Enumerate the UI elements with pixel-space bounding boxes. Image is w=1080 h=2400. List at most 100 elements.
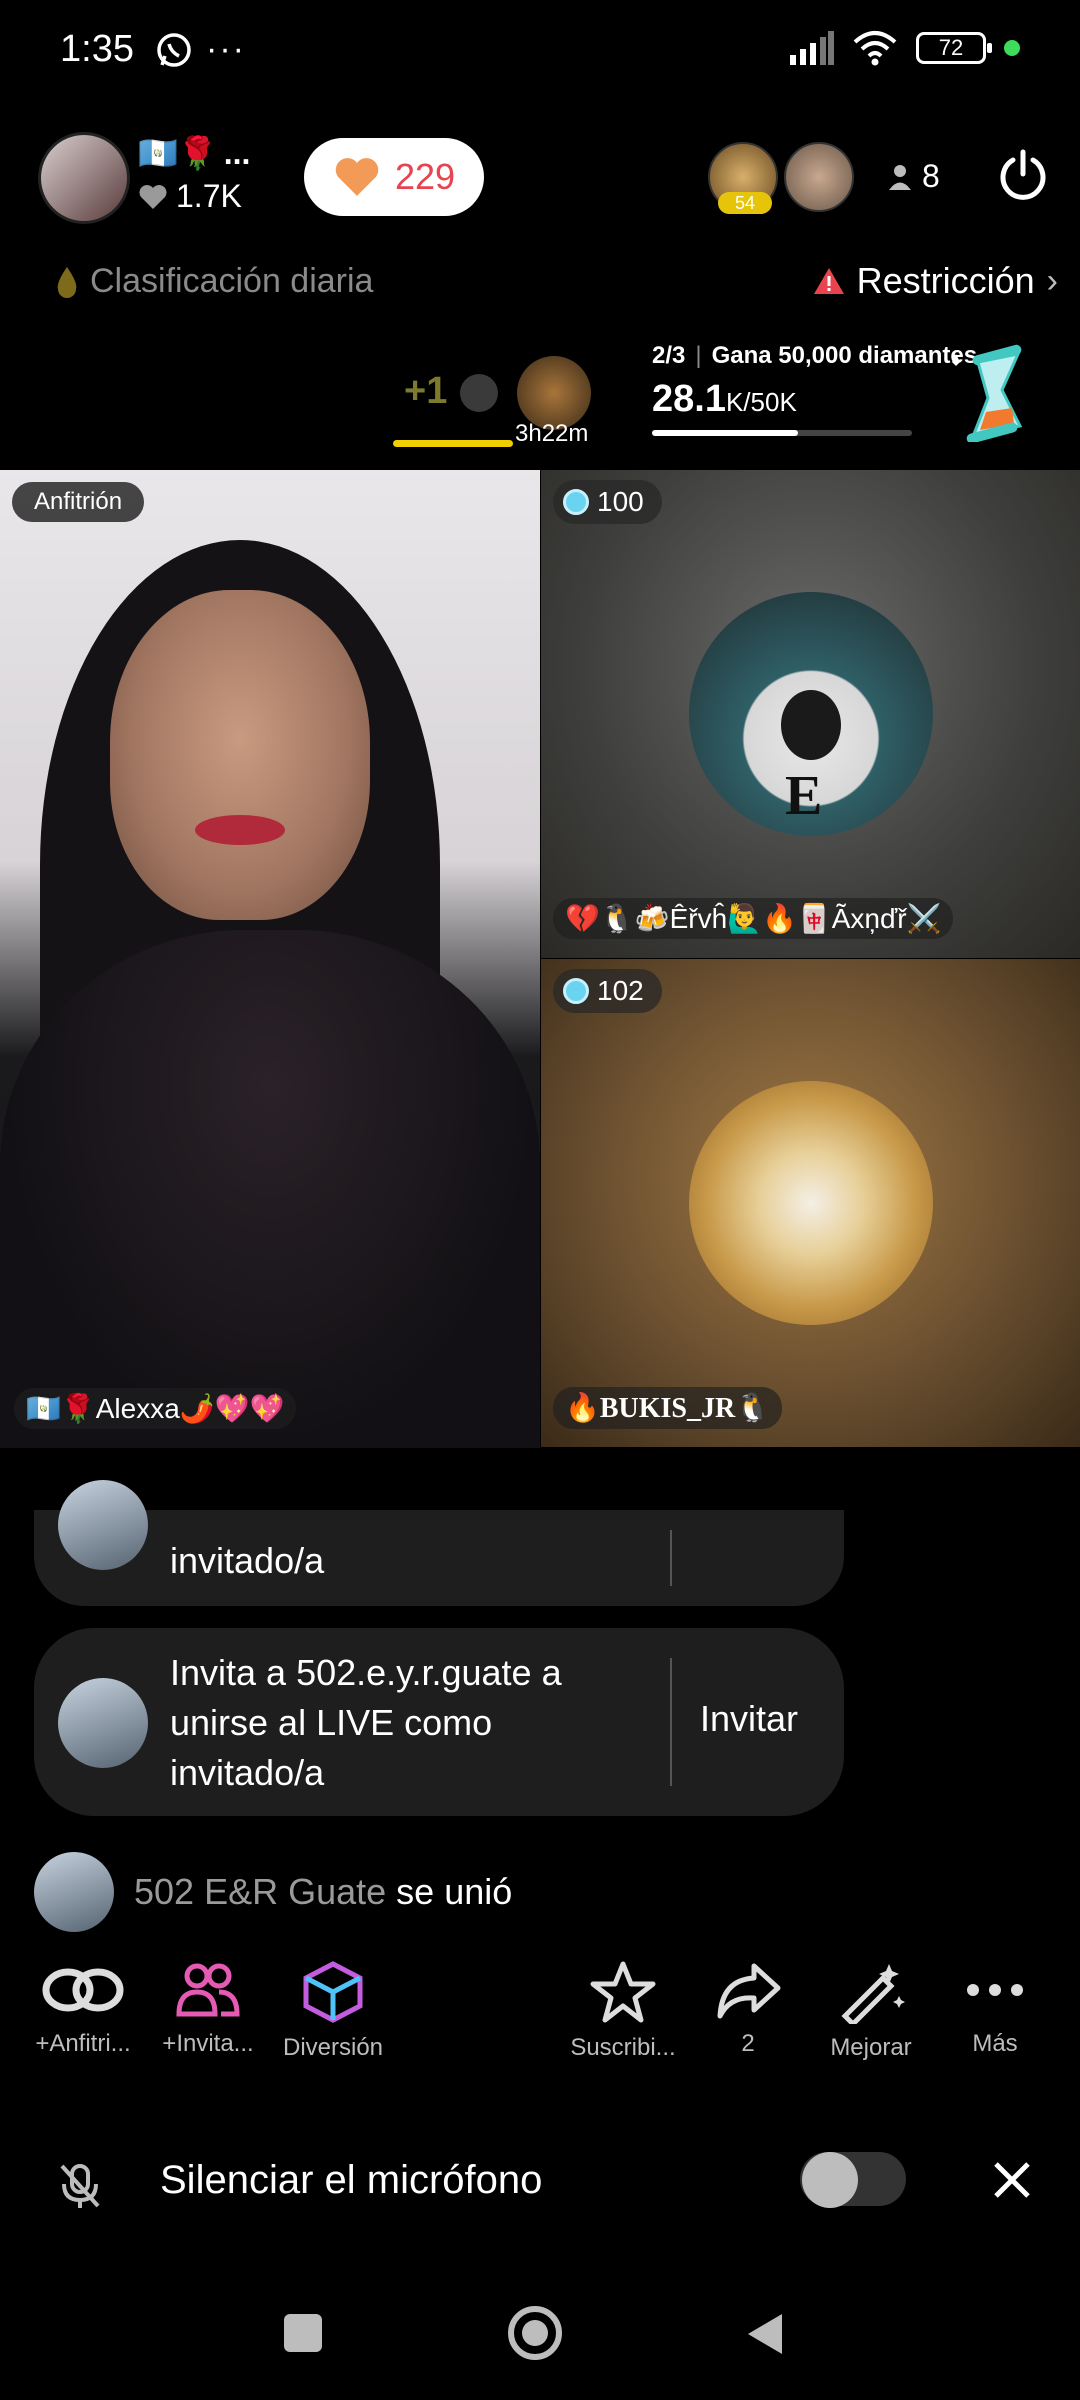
- daily-ranking[interactable]: Clasificación diaria: [54, 262, 373, 301]
- cube-icon: [303, 1961, 363, 2023]
- host-likes: 1.7K: [176, 178, 242, 214]
- guest1-avatar-letter: E: [785, 765, 823, 827]
- chat-invite-text: invitado/a: [170, 1540, 325, 1581]
- drop-icon: [57, 266, 77, 298]
- subscribe-button[interactable]: Suscribi...: [558, 1960, 688, 2062]
- back-button[interactable]: [744, 2310, 786, 2358]
- users-icon: [176, 1963, 240, 2017]
- link-icon: [42, 1968, 124, 2012]
- chat-avatar: [58, 1678, 148, 1768]
- invite-button[interactable]: Invitar: [700, 1698, 798, 1740]
- guest2-score: 102: [553, 969, 662, 1013]
- chat-invite-card: invitado/a: [34, 1480, 844, 1606]
- star-icon: [590, 1961, 656, 2023]
- close-icon[interactable]: [992, 2160, 1032, 2200]
- host-video-body: [0, 930, 540, 1448]
- guest-tile-2[interactable]: 102 🔥BUKIS_JR🐧: [541, 959, 1080, 1447]
- guest1-name-tag[interactable]: 💔🐧🍻Êřvĥ🙋‍♂️🔥🀄Ãxņďř⚔️: [553, 898, 954, 939]
- more-button[interactable]: Más: [930, 1960, 1060, 2058]
- plus-one: +1: [404, 370, 448, 412]
- joined-user-avatar[interactable]: [34, 1852, 114, 1932]
- enhance-label: Mejorar: [830, 2034, 912, 2061]
- divider: [670, 1530, 672, 1586]
- joined-suffix: se unió: [386, 1871, 513, 1912]
- more-label: Más: [972, 2030, 1018, 2057]
- host-video-face: [110, 590, 370, 920]
- goal-progress-bar: [652, 430, 912, 436]
- power-icon[interactable]: [995, 148, 1051, 204]
- add-cohost-label: +Anfitri...: [35, 2030, 131, 2057]
- chat-invite-line1: Invita a 502.e.y.r.guate a: [170, 1652, 562, 1693]
- timer-avatar[interactable]: [517, 356, 591, 430]
- host-meta[interactable]: 🇬🇹🌹 ... 1.7K: [138, 134, 250, 215]
- add-cohost-button[interactable]: +Anfitri...: [18, 1960, 148, 2058]
- viewer-count[interactable]: 8: [888, 158, 940, 195]
- goal-header[interactable]: 2/3 | Gana 50,000 diamantes: [652, 342, 977, 370]
- fun-button[interactable]: Diversión: [268, 1960, 398, 2062]
- top-viewer-avatar[interactable]: 54: [708, 142, 778, 214]
- guest1-score: 100: [553, 480, 662, 524]
- recent-apps-button[interactable]: [284, 2314, 322, 2352]
- mute-mic-toggle[interactable]: [800, 2152, 906, 2208]
- host-label: Anfitrión: [12, 482, 145, 522]
- gem-icon: [563, 978, 589, 1004]
- add-guest-button[interactable]: +Invita...: [143, 1960, 273, 2058]
- heart-icon: [335, 158, 379, 196]
- more-icon: [967, 1984, 1023, 1996]
- status-time: 1:35: [60, 28, 134, 70]
- guest2-score-value: 102: [597, 975, 644, 1006]
- goal-text: Gana 50,000 diamantes: [711, 342, 978, 369]
- warning-icon: [813, 268, 844, 294]
- host-flags: 🇬🇹🌹: [138, 135, 218, 171]
- magic-wand-icon: [841, 1964, 905, 2024]
- restriction-link[interactable]: Restricción ›: [813, 260, 1058, 302]
- home-button[interactable]: [506, 2304, 564, 2362]
- guest-tile-1[interactable]: 100 E 💔🐧🍻Êřvĥ🙋‍♂️🔥🀄Ãxņďř⚔️: [541, 470, 1080, 958]
- guest2-name-tag[interactable]: 🔥BUKIS_JR🐧: [553, 1387, 783, 1429]
- goal-value-row: 28.1K/50K: [652, 378, 797, 421]
- battery-icon: 72: [916, 32, 992, 64]
- mic-off-icon: [60, 2164, 100, 2208]
- fun-label: Diversión: [282, 2034, 384, 2061]
- chat-invite-card: Invita a 502.e.y.r.guate a unirse al LIV…: [34, 1628, 844, 1816]
- goal-progress-fill: [652, 430, 799, 436]
- guest2-avatar[interactable]: [689, 1081, 933, 1325]
- viewer-count-value: 8: [922, 158, 940, 194]
- join-message: 502 E&R Guate se unió: [34, 1852, 512, 1932]
- share-count: 2: [741, 2030, 755, 2057]
- host-name-tag[interactable]: 🇬🇹🌹Alexxa🌶️💖💖: [14, 1388, 297, 1429]
- heart-count: 229: [394, 156, 456, 197]
- hourglass-icon[interactable]: [940, 342, 1030, 442]
- divider: |: [695, 342, 702, 369]
- person-icon: [889, 164, 911, 190]
- top-viewer-avatar[interactable]: [784, 142, 854, 212]
- live-video-grid: Anfitrión 🇬🇹🌹Alexxa🌶️💖💖 100 E 💔🐧🍻Êřvĥ🙋‍♂…: [0, 470, 1080, 1448]
- restriction-label: Restricción: [856, 260, 1035, 301]
- host-avatar[interactable]: [38, 132, 130, 224]
- add-guest-label: +Invita...: [162, 2030, 254, 2057]
- goal-step: 2/3: [652, 342, 686, 369]
- share-button[interactable]: 2: [683, 1960, 813, 2058]
- guest1-avatar[interactable]: E: [689, 592, 933, 836]
- signal-icon: [790, 31, 834, 65]
- more-dots-icon: ···: [206, 30, 246, 68]
- heart-counter[interactable]: 229: [304, 138, 484, 216]
- viewer-badge: 54: [718, 192, 772, 214]
- chevron-right-icon: ›: [1046, 261, 1058, 300]
- status-icons: 72: [788, 30, 1020, 66]
- whatsapp-icon: [154, 30, 194, 75]
- timer-text: 3h22m: [515, 420, 589, 447]
- coin-icon: [460, 374, 498, 412]
- share-icon: [717, 1963, 781, 2019]
- guest1-avatar-mask: [781, 690, 841, 760]
- host-video-lips: [195, 815, 285, 845]
- host-video-tile[interactable]: Anfitrión 🇬🇹🌹Alexxa🌶️💖💖: [0, 470, 540, 1448]
- subscribe-label: Suscribi...: [570, 2034, 676, 2061]
- daily-ranking-label: Clasificación diaria: [90, 262, 374, 300]
- chat-avatar: [58, 1480, 148, 1570]
- timer-progress: [393, 440, 513, 447]
- mute-mic-label: Silenciar el micrófono: [160, 2158, 543, 2202]
- enhance-button[interactable]: Mejorar: [806, 1960, 936, 2062]
- gem-icon: [563, 489, 589, 515]
- joined-user-name[interactable]: 502 E&R Guate: [134, 1871, 386, 1912]
